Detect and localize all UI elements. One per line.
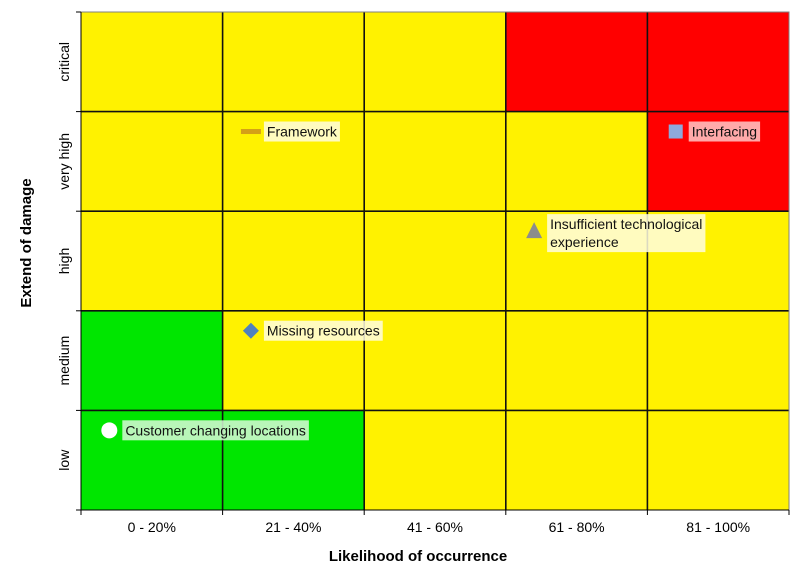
cell [222, 211, 365, 311]
square-marker [668, 124, 683, 139]
cell [81, 211, 223, 311]
cell [81, 12, 223, 112]
data-point: Insufficient technological experience [526, 214, 706, 253]
x-tick-label: 21 - 40% [265, 519, 321, 535]
risk-matrix-chart: 0 - 20% 21 - 40% 41 - 60% 61 - 80% 81 - 100%… [18, 11, 790, 565]
data-label: Interfacing [692, 124, 757, 140]
y-tick-labels: low medium high very high critical [56, 42, 72, 471]
data-label: Framework [267, 124, 338, 140]
circle-marker [101, 422, 118, 439]
cell [505, 410, 648, 510]
data-point: Interfacing [668, 121, 761, 142]
data-label: Insufficient technological [550, 216, 702, 232]
cell [647, 12, 789, 112]
cell [81, 310, 223, 411]
cell [364, 310, 506, 411]
y-tick-label: low [56, 449, 72, 471]
dash-marker [240, 129, 261, 135]
x-axis-title: Likelihood of occurrence [329, 548, 507, 565]
y-tick-label: medium [56, 336, 72, 386]
cell [364, 12, 506, 112]
y-axis-title: Extend of damage [18, 178, 35, 307]
cell [505, 111, 648, 212]
y-tick-label: critical [56, 42, 72, 82]
cell [647, 410, 789, 510]
cell [647, 310, 789, 411]
cell [364, 211, 506, 311]
x-tick-labels: 0 - 20% 21 - 40% 41 - 60% 61 - 80% 81 - 100% [128, 519, 750, 535]
x-tick-label: 81 - 100% [686, 519, 750, 535]
data-label: experience [550, 234, 619, 250]
cell [364, 410, 506, 510]
cell [222, 12, 365, 112]
x-tick-label: 0 - 20% [128, 519, 176, 535]
cell [81, 111, 223, 212]
cell [364, 111, 506, 212]
x-tick-label: 61 - 80% [549, 519, 605, 535]
data-label: Missing resources [267, 323, 380, 339]
data-point: Customer changing locations [101, 420, 309, 441]
data-label: Customer changing locations [125, 422, 306, 438]
cell [505, 12, 648, 112]
cell [505, 310, 648, 411]
x-tick-label: 41 - 60% [407, 519, 463, 535]
y-tick-label: very high [56, 133, 72, 190]
y-tick-label: high [56, 248, 72, 274]
